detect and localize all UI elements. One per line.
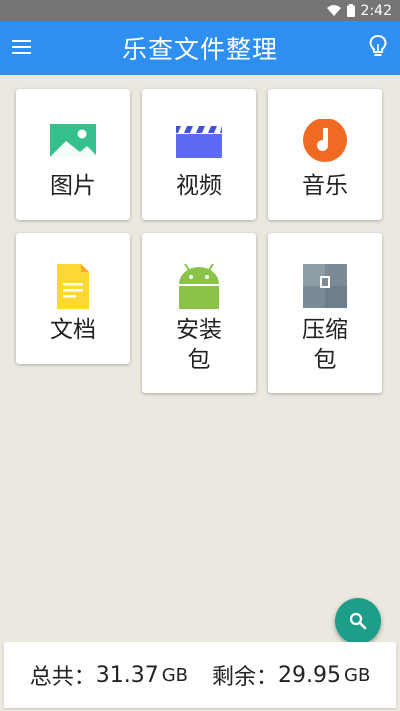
storage-total-label: 总共： [29,665,96,690]
category-card-archives[interactable]: 压缩包 [268,233,382,393]
wifi-icon [326,4,341,16]
lightbulb-icon [369,34,387,56]
category-label: 音乐 [302,173,348,199]
storage-total-unit: GB [161,664,188,686]
search-button[interactable] [335,598,381,644]
android-icon [179,263,219,309]
category-card-images[interactable]: 图片 [16,89,130,220]
music-note-icon [303,119,347,162]
category-card-music[interactable]: 音乐 [268,89,382,220]
status-time: 2:42 [360,2,392,19]
menu-icon [12,40,31,54]
category-label: 压缩包 [302,317,348,373]
search-icon [349,612,367,630]
category-card-apks[interactable]: 安装包 [142,233,256,393]
category-label: 安装包 [176,317,222,373]
tips-button[interactable] [366,33,390,61]
menu-button[interactable] [10,35,34,59]
storage-total-value: 31.37 [95,662,159,688]
storage-summary: 总共： 31.37 GB 剩余： 29.95 GB [4,642,396,708]
storage-free-label: 剩余： [212,665,279,690]
archive-icon [303,264,347,308]
storage-free-unit: GB [344,664,371,686]
category-label: 图片 [50,173,96,199]
storage-free-value: 29.95 [278,662,341,688]
category-card-videos[interactable]: 视频 [142,89,256,220]
category-label: 视频 [176,173,222,199]
app-bar: 乐查文件整理 [0,21,400,75]
battery-icon [346,4,355,17]
document-icon [57,264,89,309]
app-title: 乐查文件整理 [121,35,278,64]
video-clapper-icon [176,126,222,158]
status-bar: 2:42 [0,0,400,21]
image-icon [50,124,96,157]
category-card-documents[interactable]: 文档 [16,233,130,364]
category-label: 文档 [50,317,96,343]
